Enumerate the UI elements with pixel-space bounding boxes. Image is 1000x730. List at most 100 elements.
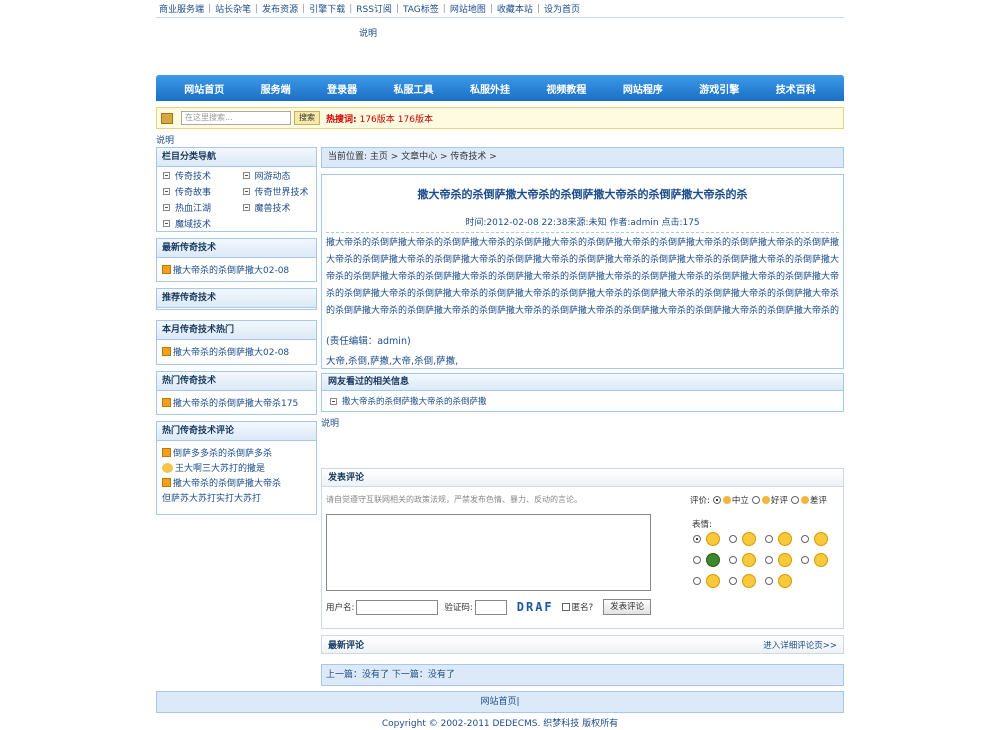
- article-editor: (责任编辑：admin): [326, 336, 411, 347]
- top-link-publish[interactable]: 发布资源: [262, 2, 298, 15]
- list-item[interactable]: 撒大帝杀的杀倒萨撒大帝杀175: [162, 396, 311, 409]
- article-icon: [162, 347, 171, 356]
- top-link-sitemap[interactable]: 网站地图: [450, 2, 486, 15]
- expression-radio[interactable]: [765, 556, 773, 564]
- top-link-homepage[interactable]: 设为首页: [544, 2, 580, 15]
- breadcrumb[interactable]: 当前位置: 主页 > 文章中心 > 传奇技术 >: [321, 147, 844, 168]
- dizzy-face-icon: [778, 553, 792, 567]
- expression-radio[interactable]: [729, 556, 737, 564]
- expression-radio[interactable]: [765, 577, 773, 585]
- nav-wiki[interactable]: 技术百科: [776, 81, 816, 96]
- neutral-icon: [722, 496, 731, 504]
- related-item[interactable]: 撒大帝杀的杀倒萨撒大帝杀的杀倒萨撒: [322, 395, 843, 407]
- nav-launcher[interactable]: 登录器: [327, 81, 357, 96]
- nav-server[interactable]: 服务端: [261, 81, 291, 96]
- category-item[interactable]: 魔兽技术: [237, 201, 317, 214]
- category-box: 栏目分类导航 传奇技术 网游动态 传奇故事 传奇世界技术 热血江湖 魔兽技术 魔…: [156, 147, 317, 232]
- search-button[interactable]: 搜索: [294, 111, 320, 125]
- comment-form-title: 发表评论: [322, 469, 843, 487]
- expression-radio[interactable]: [693, 556, 701, 564]
- nav-plugins[interactable]: 私服外挂: [470, 81, 510, 96]
- footer-home-link[interactable]: 网站首页|: [480, 697, 519, 707]
- prev-next-nav[interactable]: 上一篇：没有了 下一篇：没有了: [321, 664, 844, 686]
- article-icon: [162, 448, 171, 457]
- smiley-icon: [162, 462, 173, 473]
- recommend-box: 推荐传奇技术: [156, 288, 317, 310]
- top-link-rss[interactable]: RSS订阅: [356, 2, 392, 15]
- top-link-notes[interactable]: 站长杂笔: [215, 2, 251, 15]
- rating-bad-radio[interactable]: [790, 496, 799, 504]
- nav-tools[interactable]: 私服工具: [394, 81, 434, 96]
- search-input[interactable]: 在这里搜索...: [181, 111, 291, 125]
- expression-radio[interactable]: [729, 577, 737, 585]
- expression-radio[interactable]: [729, 535, 737, 543]
- nav-engine[interactable]: 游戏引擎: [699, 81, 739, 96]
- article-meta: 时间:2012-02-08 22:38来源:未知 作者:admin 点击:175: [326, 215, 839, 233]
- article-tags[interactable]: 大帝,杀倒,萨撒,大帝,杀倒,萨撒,: [322, 353, 843, 367]
- anonymous-checkbox[interactable]: [561, 603, 570, 611]
- list-item[interactable]: 倒萨多多杀的杀倒萨多杀: [162, 446, 311, 459]
- laugh-face-icon: [778, 532, 792, 546]
- top-link-business[interactable]: 商业服务端: [159, 2, 204, 15]
- comment-textarea[interactable]: [326, 514, 651, 591]
- latest-comments-bar: 最新评论 进入详细评论页>>: [321, 635, 844, 654]
- captcha-label: 验证码:: [444, 603, 473, 613]
- captcha-image[interactable]: DRAF: [517, 600, 554, 614]
- anonymous-label: 匿名?: [571, 603, 594, 613]
- category-item[interactable]: 传奇技术: [157, 169, 237, 182]
- think-face-icon: [706, 574, 720, 588]
- nav-videos[interactable]: 视频教程: [546, 81, 586, 96]
- nav-home[interactable]: 网站首页: [184, 81, 224, 96]
- category-item[interactable]: 魔域技术: [157, 217, 237, 230]
- hot-comments-box: 热门传奇技术评论 倒萨多多杀的杀倒萨多杀 王大啊三大苏打的撒是 撒大帝杀的杀倒萨…: [156, 421, 317, 515]
- hot-word[interactable]: 176版本: [360, 112, 395, 125]
- list-item[interactable]: 撒大帝杀的杀倒萨撒大02-08: [162, 263, 311, 276]
- category-item[interactable]: 热血江湖: [157, 201, 237, 214]
- category-title: 栏目分类导航: [157, 148, 316, 167]
- angry-face-icon: [814, 532, 828, 546]
- top-link-engine[interactable]: 引擎下载: [309, 2, 345, 15]
- expression-radio[interactable]: [693, 577, 701, 585]
- thumbs-up-icon: [761, 496, 770, 504]
- ad-note: 说明: [359, 29, 378, 39]
- rating-good-radio[interactable]: [751, 496, 760, 504]
- plus-icon: [163, 188, 170, 195]
- rating-neutral-radio[interactable]: [712, 496, 721, 504]
- surprised-face-icon: [778, 574, 792, 588]
- expression-radio[interactable]: [765, 535, 773, 543]
- article: 撒大帝杀的杀倒萨撒大帝杀的杀倒萨撒大帝杀的杀倒萨撒大帝杀的杀 时间:2012-0…: [321, 174, 844, 369]
- expression-radio[interactable]: [693, 535, 701, 543]
- captcha-input[interactable]: [474, 599, 507, 615]
- list-item[interactable]: 撒大帝杀的杀倒萨撒大帝杀: [162, 476, 311, 489]
- hot-word[interactable]: 176版本: [398, 112, 433, 125]
- plus-icon: [163, 220, 170, 227]
- expression-radio[interactable]: [801, 556, 809, 564]
- comment-form: 发表评论 请自觉遵守互联网相关的政策法规，严禁发布色情、暴力、反动的言论。 评价…: [321, 468, 844, 629]
- top-link-tag[interactable]: TAG标签: [403, 2, 439, 15]
- rating-group: 评价: 中立 好评 差评: [690, 494, 827, 506]
- list-item[interactable]: 王大啊三大苏打的撒是: [162, 461, 311, 474]
- username-label: 用户名:: [326, 603, 355, 613]
- more-comments-link[interactable]: 进入详细评论页>>: [763, 639, 837, 651]
- sweat-face-icon: [742, 553, 756, 567]
- category-item[interactable]: 网游动态: [237, 169, 317, 182]
- note-label: 说明: [321, 419, 340, 429]
- expression-radio[interactable]: [801, 535, 809, 543]
- hot-comments-title: 热门传奇技术评论: [157, 422, 316, 441]
- category-item[interactable]: 传奇世界技术: [237, 185, 317, 198]
- month-hot-box: 本月传奇技术热门 撒大帝杀的杀倒萨撒大02-08: [156, 320, 317, 365]
- username-input[interactable]: [356, 599, 439, 615]
- hot-box: 热门传奇技术 撒大帝杀的杀倒萨撒大帝杀175: [156, 371, 317, 415]
- latest-title: 最新传奇技术: [157, 239, 316, 258]
- list-item[interactable]: 但萨苏大苏打实打大苏打: [162, 491, 311, 504]
- category-item[interactable]: 传奇故事: [157, 185, 237, 198]
- copyright: Copyright © 2002-2011 DEDECMS. 织梦科技 版权所有: [381, 719, 619, 729]
- plus-icon: [163, 204, 170, 211]
- nav-programs[interactable]: 网站程序: [623, 81, 663, 96]
- list-item[interactable]: 撒大帝杀的杀倒萨撒大02-08: [162, 345, 311, 358]
- top-link-favorite[interactable]: 收藏本站: [497, 2, 533, 15]
- submit-comment-button[interactable]: 发表评论: [603, 599, 652, 615]
- latest-box: 最新传奇技术 撒大帝杀的杀倒萨撒大02-08: [156, 238, 317, 282]
- comment-notice: 请自觉遵守互联网相关的政策法规，严禁发布色情、暴力、反动的言论。: [326, 495, 582, 504]
- related-title: 网友看过的相关信息: [322, 374, 843, 391]
